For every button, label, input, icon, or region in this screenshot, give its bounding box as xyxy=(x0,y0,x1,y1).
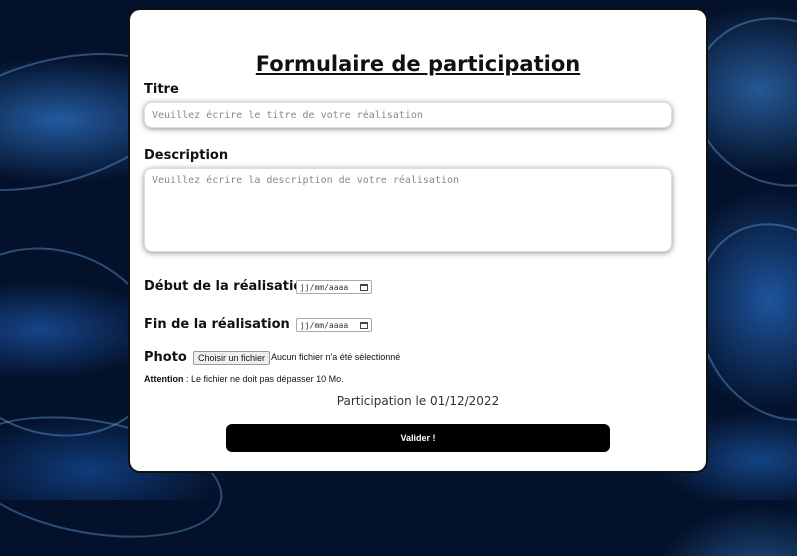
participation-date: Participation le 01/12/2022 xyxy=(336,394,500,408)
attention-text: : Le fichier ne doit pas dépasser 10 Mo. xyxy=(183,374,344,384)
fin-date-input[interactable]: jj/mm/aaaa xyxy=(296,318,372,332)
calendar-icon[interactable] xyxy=(360,283,368,291)
choose-file-button[interactable]: Choisir un fichier xyxy=(193,351,271,365)
attention-label: Attention xyxy=(144,374,184,384)
titre-label: Titre xyxy=(144,82,179,97)
fin-label: Fin de la réalisation xyxy=(144,317,290,332)
titre-input[interactable] xyxy=(144,102,672,128)
calendar-icon[interactable] xyxy=(360,321,368,329)
description-textarea[interactable] xyxy=(144,168,672,252)
form-title: Formulaire de participation xyxy=(255,52,581,76)
file-status: Aucun fichier n'a été sélectionné xyxy=(271,352,401,362)
photo-label: Photo xyxy=(144,350,187,365)
fin-date-placeholder: jj/mm/aaaa xyxy=(300,320,349,330)
participation-form: Formulaire de participation Titre Descri… xyxy=(130,10,706,471)
submit-button[interactable]: Valider ! xyxy=(226,424,610,452)
description-label: Description xyxy=(144,148,229,163)
debut-label: Début de la réalisation xyxy=(144,279,312,294)
debut-date-placeholder: jj/mm/aaaa xyxy=(300,282,349,292)
debut-date-input[interactable]: jj/mm/aaaa xyxy=(296,280,372,294)
attention-note: Attention : Le fichier ne doit pas dépas… xyxy=(144,374,344,384)
